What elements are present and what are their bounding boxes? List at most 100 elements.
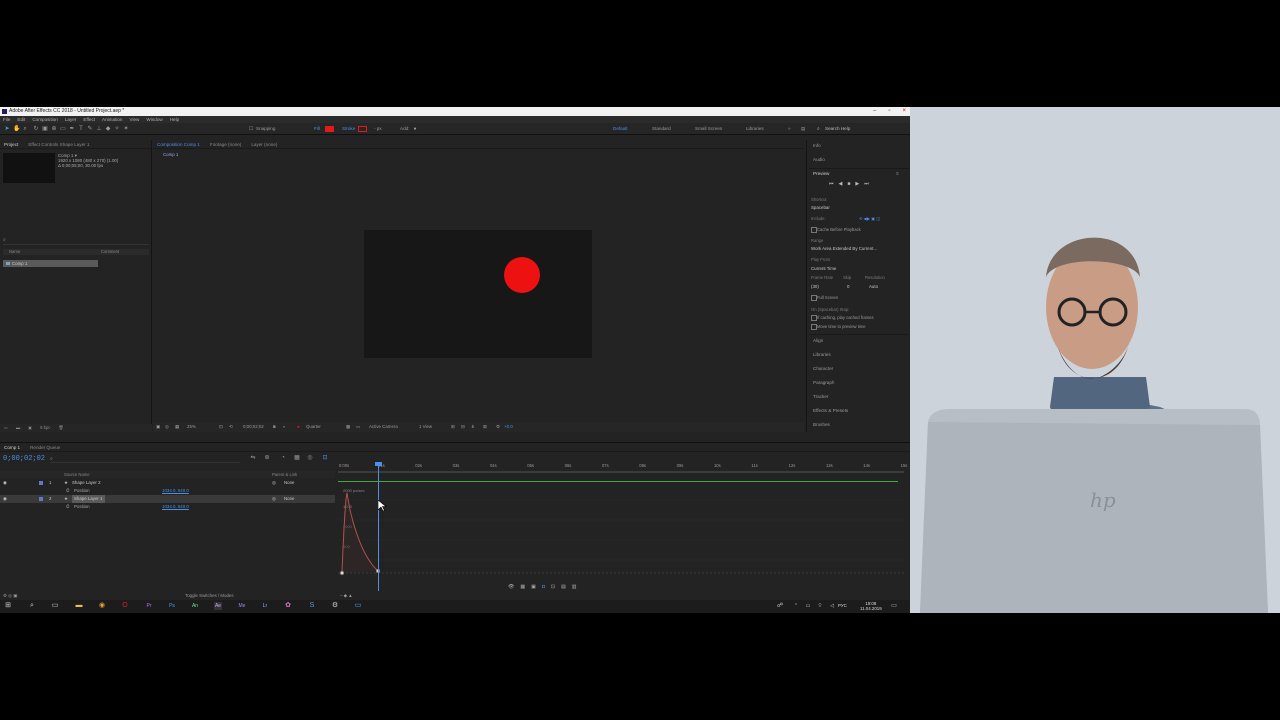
app-icon[interactable]: ✿ (284, 602, 292, 610)
premiere-icon[interactable]: Pr (145, 602, 153, 610)
menu-composition[interactable]: Composition (32, 116, 58, 123)
3d-draft-icon[interactable]: ⊠ (483, 424, 487, 430)
layer-name[interactable]: Shape Layer 1 (72, 495, 105, 503)
flowchart-icon[interactable]: ⋔ (471, 424, 475, 430)
visibility-icon[interactable]: ◉ (3, 479, 7, 487)
workspace-default[interactable]: Default (613, 126, 628, 132)
parent-select[interactable]: None (284, 495, 295, 503)
settings-gear-icon[interactable]: ⚙ (496, 424, 500, 430)
current-time-indicator[interactable] (375, 462, 382, 591)
safe-zones-icon[interactable]: ▦ (175, 424, 179, 430)
chrome-icon[interactable]: ◉ (98, 602, 106, 610)
camera-view-select[interactable]: Active Camera (369, 424, 398, 430)
zoom-tool-icon[interactable]: ⌕ (22, 126, 28, 132)
column-name[interactable]: Name (9, 249, 20, 255)
paragraph-panel-title[interactable]: Paragraph (813, 380, 834, 385)
fast-preview-icon[interactable]: ▭ (356, 424, 360, 430)
search-help-field[interactable]: ⌕ Search Help (815, 125, 905, 133)
zoom-select[interactable]: 25% (187, 424, 196, 430)
pan-behind-tool-icon[interactable]: ⊕ (51, 126, 57, 132)
column-parent-link[interactable]: Parent & Link (272, 471, 297, 478)
eraser-tool-icon[interactable]: ◆ (105, 126, 111, 132)
work-area-bar[interactable] (338, 471, 904, 473)
column-source-name[interactable]: Source Name (64, 471, 90, 478)
motion-blur-icon[interactable]: ◎ (307, 455, 313, 461)
tracker-panel-title[interactable]: Tracker (813, 394, 828, 399)
menu-help[interactable]: Help (170, 116, 179, 123)
stop-icon[interactable]: ■ (847, 181, 850, 187)
minimize-icon[interactable]: – (873, 107, 876, 116)
region-icon[interactable]: ▣ (156, 424, 160, 430)
hand-tool-icon[interactable]: ✋ (13, 126, 20, 132)
transform-box-icon[interactable]: ▣ (531, 584, 536, 592)
show-channel-icon[interactable]: ◐ (283, 424, 286, 430)
cache-before-playback-checkbox[interactable]: Cache Before Playback (811, 227, 861, 233)
timeline-search-input[interactable]: ⌕ (50, 456, 240, 463)
task-view-icon[interactable]: ▭ (51, 602, 59, 610)
skip-value[interactable]: 0 (847, 284, 849, 289)
search-icon[interactable]: ⌕ (28, 602, 36, 610)
property-value[interactable]: 1034.0, 540.0 (162, 487, 189, 495)
snap-icon[interactable]: ◘ (542, 584, 545, 592)
snapshot-icon[interactable]: ⟲ (229, 424, 233, 430)
menu-effect[interactable]: Effect (83, 116, 95, 123)
layer-color-label[interactable] (39, 481, 43, 485)
move-time-checkbox[interactable]: Move time to preview time (811, 324, 866, 330)
photoshop-icon[interactable]: Ps (168, 602, 176, 610)
pen-tool-icon[interactable]: ✒ (69, 126, 75, 132)
range-select[interactable]: Work Area Extended By Current... (811, 246, 877, 251)
rectangle-tool-icon[interactable]: ▭ (60, 126, 66, 132)
tab-project[interactable]: Project (4, 140, 18, 148)
frame-blend-icon[interactable]: ▦ (294, 455, 300, 461)
trash-icon[interactable]: 🗑 (58, 424, 63, 432)
camera-snapshot-icon[interactable]: ◙ (273, 424, 276, 430)
shy-icon[interactable]: ◔ (280, 455, 286, 461)
tab-composition[interactable]: Composition Comp 1 (157, 140, 200, 148)
red-circle-shape[interactable] (504, 257, 540, 293)
visibility-icon[interactable]: ◉ (3, 495, 7, 503)
grid-icon[interactable]: ⊞ (451, 424, 455, 430)
snapping-checkbox-icon[interactable]: ☐ (248, 126, 254, 132)
fit-icon[interactable]: ⊡ (219, 424, 223, 430)
frame-rate-select[interactable]: (30) (811, 284, 819, 289)
menu-layer[interactable]: Layer (65, 116, 77, 123)
play-from-select[interactable]: Current Time (811, 266, 836, 271)
stroke-color-swatch[interactable] (358, 126, 367, 132)
panel-menu-icon[interactable]: ≡ (896, 171, 899, 176)
menu-animation[interactable]: Animation (102, 116, 122, 123)
pickwhip-icon[interactable]: ◎ (272, 495, 276, 503)
last-frame-icon[interactable]: ⏭ (864, 181, 869, 187)
view-layout-select[interactable]: 1 View (419, 424, 432, 430)
animate-icon[interactable]: An (191, 602, 199, 610)
layer-row[interactable]: ◉ 2 ★ Shape Layer 1 ◎ None (0, 495, 335, 503)
stopwatch-icon[interactable]: ⏱ (66, 487, 69, 495)
clock[interactable]: 19:08 11.04.2019 (860, 601, 882, 611)
people-icon[interactable]: ☍ (776, 602, 784, 610)
volume-icon[interactable]: ◁ (828, 602, 836, 610)
libraries-panel-title[interactable]: Libraries (813, 352, 831, 357)
first-frame-icon[interactable]: ⏮ (829, 181, 834, 187)
workspace-standard[interactable]: Standard (652, 126, 671, 132)
notifications-icon[interactable]: ▭ (890, 602, 898, 610)
property-value[interactable]: 1034.0, 540.0 (162, 503, 189, 511)
tab-layer[interactable]: Layer (none) (251, 140, 277, 148)
full-screen-checkbox[interactable]: Full Screen (811, 295, 838, 301)
zoom-slider-icon[interactable]: – ◆ ▲ (340, 592, 353, 600)
transparency-grid-icon[interactable]: ▩ (346, 424, 350, 430)
media-encoder-icon[interactable]: Me (238, 602, 246, 610)
fill-label[interactable]: Fill (314, 126, 320, 132)
previous-frame-icon[interactable]: ◀ (839, 181, 843, 187)
battery-icon[interactable]: ▭ (804, 602, 812, 610)
preview-panel-title[interactable]: Preview (813, 171, 829, 176)
interpret-footage-icon[interactable]: ▭ (4, 424, 8, 432)
align-panel-title[interactable]: Align (813, 338, 823, 343)
tab-effect-controls[interactable]: Effect Controls Shape Layer 1 (28, 140, 89, 148)
rotate-tool-icon[interactable]: ↻ (33, 126, 39, 132)
composition-canvas[interactable] (364, 230, 592, 358)
comp-breadcrumb[interactable]: Comp 1 (163, 152, 178, 157)
play-cached-checkbox[interactable]: If caching, play cached frames (811, 315, 874, 321)
workspace-small-screen[interactable]: Small Screen (695, 126, 722, 132)
project-search-input[interactable]: ⌕ (3, 237, 149, 245)
graph-editor-icon[interactable]: ⊡ (322, 455, 328, 461)
property-row[interactable]: ⏱ Position 1034.0, 540.0 (0, 487, 335, 495)
